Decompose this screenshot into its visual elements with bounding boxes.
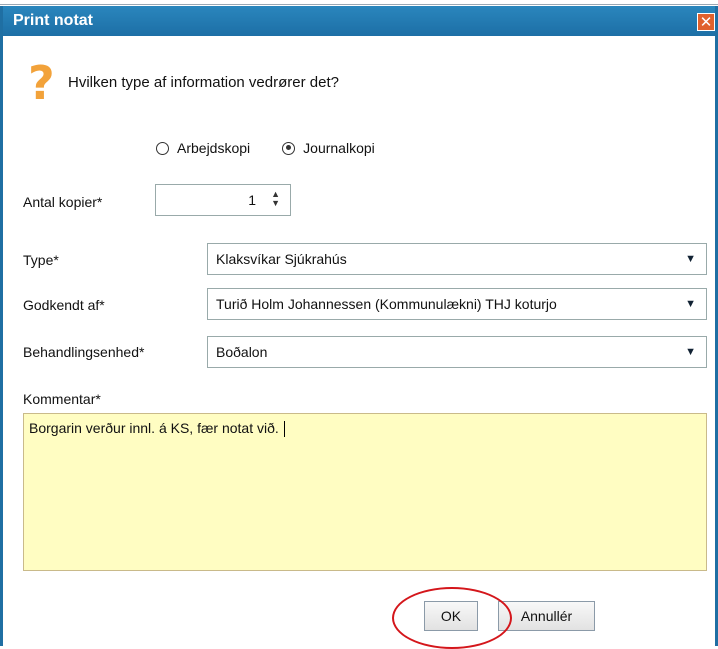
- copy-type-radio-group: Arbejdskopi Journalkopi: [156, 140, 407, 156]
- cancel-button[interactable]: Annullér: [498, 601, 595, 631]
- antal-kopier-stepper[interactable]: 1 ▲ ▼: [155, 184, 291, 216]
- chevron-down-icon[interactable]: ▼: [685, 253, 696, 265]
- text-caret: [283, 421, 285, 438]
- radio-arbejdskopi[interactable]: Arbejdskopi: [156, 140, 250, 156]
- radio-journalkopi-label: Journalkopi: [303, 140, 375, 156]
- top-edge: [0, 0, 718, 5]
- behandlingsenhed-select[interactable]: Boðalon ▼: [207, 336, 707, 368]
- antal-kopier-label: Antal kopier*: [23, 194, 103, 210]
- kommentar-textarea[interactable]: Borgarin verður innl. á KS, fær notat vi…: [23, 413, 707, 571]
- type-select[interactable]: Klaksvíkar Sjúkrahús ▼: [207, 243, 707, 275]
- type-select-value: Klaksvíkar Sjúkrahús: [216, 251, 347, 267]
- stepper-arrows-icon[interactable]: ▲ ▼: [271, 190, 280, 208]
- radio-checked-icon[interactable]: [282, 141, 296, 155]
- chevron-down-icon[interactable]: ▼: [685, 346, 696, 358]
- radio-unchecked-icon[interactable]: [156, 141, 169, 155]
- behandlingsenhed-label: Behandlingsenhed*: [23, 344, 145, 360]
- question-icon: ?: [28, 56, 55, 110]
- godkendt-af-label: Godkendt af*: [23, 297, 105, 313]
- close-icon[interactable]: ✕: [697, 13, 715, 31]
- question-text: Hvilken type af information vedrører det…: [68, 74, 339, 91]
- antal-kopier-value[interactable]: 1: [248, 192, 256, 208]
- radio-arbejdskopi-label: Arbejdskopi: [177, 140, 251, 156]
- kommentar-text[interactable]: Borgarin verður innl. á KS, fær notat vi…: [29, 420, 285, 438]
- type-label: Type*: [23, 252, 59, 268]
- radio-journalkopi[interactable]: Journalkopi: [282, 140, 375, 156]
- chevron-down-icon[interactable]: ▼: [685, 298, 696, 310]
- godkendt-af-select-value: Turið Holm Johannessen (Kommunulækni) TH…: [216, 296, 557, 312]
- behandlingsenhed-select-value: Boðalon: [216, 344, 268, 360]
- kommentar-label: Kommentar*: [23, 391, 101, 407]
- godkendt-af-select[interactable]: Turið Holm Johannessen (Kommunulækni) TH…: [207, 288, 707, 320]
- dialog-title: Print notat: [13, 12, 93, 29]
- dialog-titlebar[interactable]: Print notat ✕: [3, 6, 715, 36]
- highlight-ring: [392, 587, 512, 649]
